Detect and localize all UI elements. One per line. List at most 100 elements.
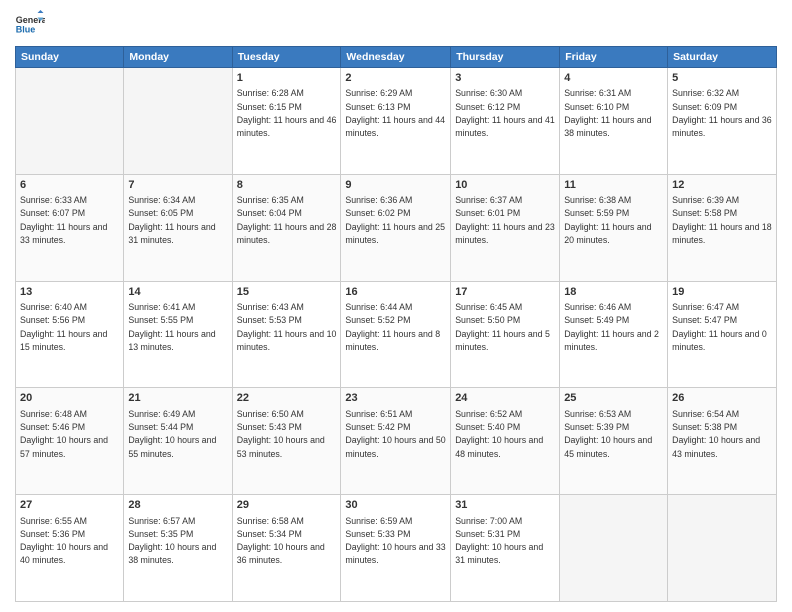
calendar-day-cell: 7 Sunrise: 6:34 AMSunset: 6:05 PMDaylight…: [124, 174, 232, 281]
calendar-day-cell: 30 Sunrise: 6:59 AMSunset: 5:33 PMDayligh…: [341, 495, 451, 602]
day-number: 6: [20, 178, 119, 193]
calendar-table: SundayMondayTuesdayWednesdayThursdayFrid…: [15, 46, 777, 602]
calendar-day-cell: 26 Sunrise: 6:54 AMSunset: 5:38 PMDayligh…: [668, 388, 777, 495]
day-of-week-header: Friday: [560, 47, 668, 68]
header: General Blue: [15, 10, 777, 40]
day-number: 9: [345, 178, 446, 193]
day-info: Sunrise: 6:52 AMSunset: 5:40 PMDaylight:…: [455, 409, 543, 459]
calendar-day-cell: 8 Sunrise: 6:35 AMSunset: 6:04 PMDaylight…: [232, 174, 341, 281]
calendar-day-cell: 14 Sunrise: 6:41 AMSunset: 5:55 PMDayligh…: [124, 281, 232, 388]
day-number: 11: [564, 178, 663, 193]
day-of-week-header: Saturday: [668, 47, 777, 68]
day-info: Sunrise: 6:53 AMSunset: 5:39 PMDaylight:…: [564, 409, 652, 459]
day-info: Sunrise: 7:00 AMSunset: 5:31 PMDaylight:…: [455, 516, 543, 566]
day-info: Sunrise: 6:29 AMSunset: 6:13 PMDaylight:…: [345, 88, 445, 138]
calendar-day-cell: 11 Sunrise: 6:38 AMSunset: 5:59 PMDayligh…: [560, 174, 668, 281]
day-number: 2: [345, 71, 446, 86]
calendar-week-row: 6 Sunrise: 6:33 AMSunset: 6:07 PMDaylight…: [16, 174, 777, 281]
day-number: 1: [237, 71, 337, 86]
day-number: 5: [672, 71, 772, 86]
day-info: Sunrise: 6:33 AMSunset: 6:07 PMDaylight:…: [20, 195, 107, 245]
day-of-week-header: Wednesday: [341, 47, 451, 68]
day-number: 25: [564, 391, 663, 406]
day-number: 14: [128, 285, 227, 300]
calendar-day-cell: 10 Sunrise: 6:37 AMSunset: 6:01 PMDayligh…: [451, 174, 560, 281]
day-number: 13: [20, 285, 119, 300]
day-info: Sunrise: 6:57 AMSunset: 5:35 PMDaylight:…: [128, 516, 216, 566]
calendar-day-cell: [124, 68, 232, 175]
calendar-day-cell: 27Sunrise: 6:55 AMSunset: 5:36 PMDayligh…: [16, 495, 124, 602]
day-info: Sunrise: 6:28 AMSunset: 6:15 PMDaylight:…: [237, 88, 337, 138]
calendar-day-cell: [560, 495, 668, 602]
calendar-day-cell: 17 Sunrise: 6:45 AMSunset: 5:50 PMDayligh…: [451, 281, 560, 388]
day-info: Sunrise: 6:41 AMSunset: 5:55 PMDaylight:…: [128, 302, 215, 352]
calendar-day-cell: 18 Sunrise: 6:46 AMSunset: 5:49 PMDayligh…: [560, 281, 668, 388]
day-info: Sunrise: 6:40 AMSunset: 5:56 PMDaylight:…: [20, 302, 107, 352]
calendar-day-cell: 21 Sunrise: 6:49 AMSunset: 5:44 PMDayligh…: [124, 388, 232, 495]
day-info: Sunrise: 6:48 AMSunset: 5:46 PMDaylight:…: [20, 409, 108, 459]
day-info: Sunrise: 6:35 AMSunset: 6:04 PMDaylight:…: [237, 195, 337, 245]
day-number: 3: [455, 71, 555, 86]
calendar-week-row: 27Sunrise: 6:55 AMSunset: 5:36 PMDayligh…: [16, 495, 777, 602]
calendar-week-row: 1 Sunrise: 6:28 AMSunset: 6:15 PMDaylight…: [16, 68, 777, 175]
day-info: Sunrise: 6:45 AMSunset: 5:50 PMDaylight:…: [455, 302, 550, 352]
day-number: 24: [455, 391, 555, 406]
day-number: 29: [237, 498, 337, 513]
calendar-day-cell: 4Sunrise: 6:31 AMSunset: 6:10 PMDaylight…: [560, 68, 668, 175]
day-info: Sunrise: 6:54 AMSunset: 5:38 PMDaylight:…: [672, 409, 760, 459]
day-number: 23: [345, 391, 446, 406]
day-info: Sunrise: 6:31 AMSunset: 6:10 PMDaylight:…: [564, 88, 651, 138]
day-of-week-header: Tuesday: [232, 47, 341, 68]
calendar-header-row: SundayMondayTuesdayWednesdayThursdayFrid…: [16, 47, 777, 68]
day-number: 28: [128, 498, 227, 513]
day-info: Sunrise: 6:36 AMSunset: 6:02 PMDaylight:…: [345, 195, 445, 245]
calendar-day-cell: 15 Sunrise: 6:43 AMSunset: 5:53 PMDayligh…: [232, 281, 341, 388]
day-number: 8: [237, 178, 337, 193]
logo: General Blue: [15, 10, 45, 40]
calendar-week-row: 13 Sunrise: 6:40 AMSunset: 5:56 PMDayligh…: [16, 281, 777, 388]
day-info: Sunrise: 6:43 AMSunset: 5:53 PMDaylight:…: [237, 302, 337, 352]
day-info: Sunrise: 6:46 AMSunset: 5:49 PMDaylight:…: [564, 302, 659, 352]
day-number: 22: [237, 391, 337, 406]
calendar-day-cell: 3Sunrise: 6:30 AMSunset: 6:12 PMDaylight…: [451, 68, 560, 175]
day-info: Sunrise: 6:59 AMSunset: 5:33 PMDaylight:…: [345, 516, 445, 566]
page: General Blue SundayMondayTuesdayWednesda…: [0, 0, 792, 612]
calendar-day-cell: 19Sunrise: 6:47 AMSunset: 5:47 PMDayligh…: [668, 281, 777, 388]
calendar-day-cell: 5Sunrise: 6:32 AMSunset: 6:09 PMDaylight…: [668, 68, 777, 175]
day-number: 17: [455, 285, 555, 300]
day-number: 10: [455, 178, 555, 193]
day-number: 30: [345, 498, 446, 513]
day-info: Sunrise: 6:55 AMSunset: 5:36 PMDaylight:…: [20, 516, 108, 566]
calendar-day-cell: [668, 495, 777, 602]
day-number: 18: [564, 285, 663, 300]
day-info: Sunrise: 6:38 AMSunset: 5:59 PMDaylight:…: [564, 195, 651, 245]
calendar-day-cell: 1 Sunrise: 6:28 AMSunset: 6:15 PMDaylight…: [232, 68, 341, 175]
calendar-day-cell: 31Sunrise: 7:00 AMSunset: 5:31 PMDayligh…: [451, 495, 560, 602]
calendar-day-cell: 12Sunrise: 6:39 AMSunset: 5:58 PMDayligh…: [668, 174, 777, 281]
calendar-day-cell: 29 Sunrise: 6:58 AMSunset: 5:34 PMDayligh…: [232, 495, 341, 602]
day-info: Sunrise: 6:51 AMSunset: 5:42 PMDaylight:…: [345, 409, 445, 459]
day-number: 15: [237, 285, 337, 300]
calendar-day-cell: 2 Sunrise: 6:29 AMSunset: 6:13 PMDaylight…: [341, 68, 451, 175]
day-number: 7: [128, 178, 227, 193]
day-of-week-header: Sunday: [16, 47, 124, 68]
day-info: Sunrise: 6:49 AMSunset: 5:44 PMDaylight:…: [128, 409, 216, 459]
day-info: Sunrise: 6:44 AMSunset: 5:52 PMDaylight:…: [345, 302, 440, 352]
day-of-week-header: Monday: [124, 47, 232, 68]
day-number: 12: [672, 178, 772, 193]
calendar-day-cell: 20Sunrise: 6:48 AMSunset: 5:46 PMDayligh…: [16, 388, 124, 495]
calendar-day-cell: 23 Sunrise: 6:51 AMSunset: 5:42 PMDayligh…: [341, 388, 451, 495]
day-info: Sunrise: 6:34 AMSunset: 6:05 PMDaylight:…: [128, 195, 215, 245]
day-number: 21: [128, 391, 227, 406]
day-info: Sunrise: 6:50 AMSunset: 5:43 PMDaylight:…: [237, 409, 325, 459]
calendar-day-cell: 13 Sunrise: 6:40 AMSunset: 5:56 PMDayligh…: [16, 281, 124, 388]
day-info: Sunrise: 6:58 AMSunset: 5:34 PMDaylight:…: [237, 516, 325, 566]
svg-text:Blue: Blue: [16, 25, 36, 35]
logo-icon: General Blue: [15, 10, 45, 40]
day-info: Sunrise: 6:37 AMSunset: 6:01 PMDaylight:…: [455, 195, 555, 245]
calendar-day-cell: 25 Sunrise: 6:53 AMSunset: 5:39 PMDayligh…: [560, 388, 668, 495]
calendar-day-cell: 24 Sunrise: 6:52 AMSunset: 5:40 PMDayligh…: [451, 388, 560, 495]
day-number: 26: [672, 391, 772, 406]
calendar-day-cell: 16Sunrise: 6:44 AMSunset: 5:52 PMDayligh…: [341, 281, 451, 388]
calendar-week-row: 20Sunrise: 6:48 AMSunset: 5:46 PMDayligh…: [16, 388, 777, 495]
